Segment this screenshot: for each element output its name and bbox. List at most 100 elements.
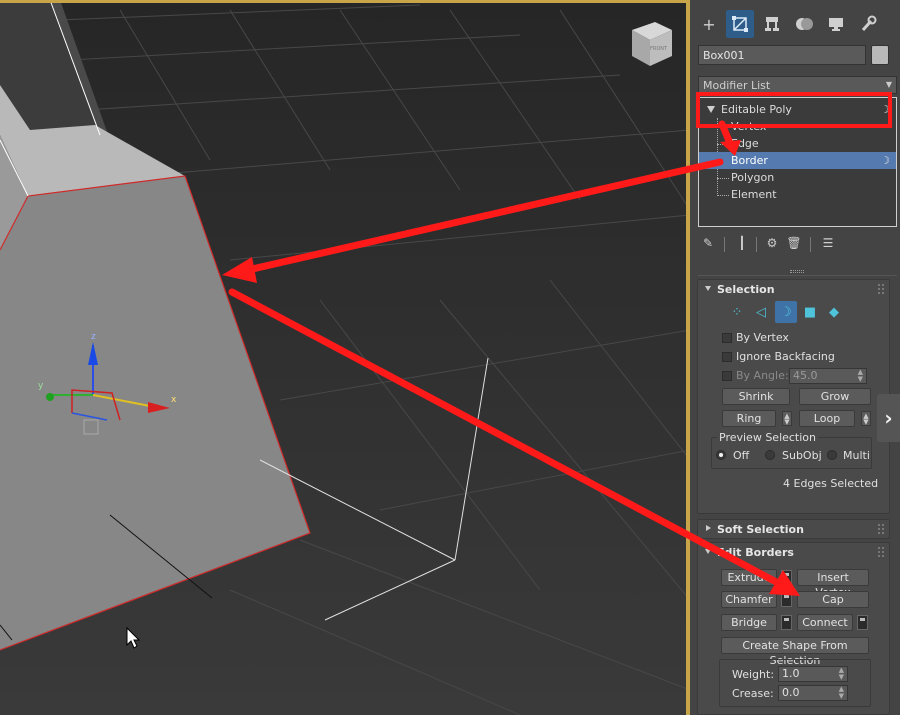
command-panel-tabs: + [690, 10, 900, 40]
preview-off-radio[interactable] [716, 450, 726, 460]
chamfer-button[interactable]: Chamfer [721, 591, 777, 608]
stack-item-polygon[interactable]: Polygon [699, 169, 896, 186]
collapse-triangle-icon [705, 549, 711, 554]
command-panel: + Box001 Modifier List ▼ Editable Poly ☽ [690, 0, 900, 715]
stack-toolbar: ✎ ┃ ⚙ 🗑 ☰ [700, 236, 896, 254]
stack-item-edge[interactable]: Edge [699, 135, 896, 152]
crease-label: Crease: [732, 687, 774, 700]
by-vertex-label: By Vertex [736, 331, 789, 344]
preview-off-label: Off [733, 449, 750, 462]
collapse-triangle-icon [705, 286, 711, 291]
edge-level-icon[interactable]: ◁ [750, 301, 772, 323]
utilities-tab-wrench-icon[interactable] [854, 10, 882, 38]
preview-multi-radio[interactable] [827, 450, 837, 460]
cap-button[interactable]: Cap [797, 591, 869, 608]
trash-icon[interactable]: 🗑 [786, 236, 802, 252]
gizmo-x-label: x [171, 395, 177, 405]
create-tab-plus-icon[interactable]: + [695, 10, 723, 38]
by-vertex-checkbox[interactable] [722, 333, 732, 343]
polygon-level-icon[interactable]: ■ [799, 301, 821, 323]
extrude-button[interactable]: Extrude [721, 569, 777, 586]
expand-triangle-icon [707, 106, 715, 113]
edit-borders-rollout: Edit Borders Extrude Insert Vertex Chamf… [697, 542, 890, 715]
bridge-settings-icon[interactable] [781, 615, 792, 630]
preview-subobj-radio[interactable] [765, 450, 775, 460]
panel-expand-chevron-right-icon[interactable]: › [877, 394, 900, 442]
extrude-settings-icon[interactable] [781, 570, 792, 585]
display-tab-display-icon[interactable] [822, 10, 850, 38]
weight-spinner[interactable]: 1.0 ▲ ▼ [778, 666, 848, 682]
weight-value: 1.0 [782, 667, 800, 680]
modifier-list-dropdown[interactable]: Modifier List ▼ [698, 76, 897, 94]
drag-handle-icon[interactable] [878, 284, 884, 294]
grow-button[interactable]: Grow [799, 388, 871, 405]
spinner-arrows-icon: ▲ ▼ [838, 666, 844, 681]
panel-resize-grip[interactable] [790, 270, 804, 273]
ignore-backfacing-label: Ignore Backfacing [736, 350, 835, 363]
selection-status-text: 4 Edges Selected [783, 477, 879, 490]
pin-stack-icon[interactable]: ✎ [700, 236, 716, 252]
viewcube-face-label: FRONT [650, 46, 668, 52]
soft-selection-rollout: Soft Selection [697, 519, 890, 539]
by-angle-checkbox[interactable] [722, 371, 732, 381]
ring-spinner-icon[interactable]: ▲ ▼ [782, 411, 792, 426]
edit-borders-rollout-title: Edit Borders [717, 546, 794, 559]
stack-item-border-label: Border [731, 154, 768, 167]
by-angle-value: 45.0 [793, 369, 818, 382]
lightbulb-icon[interactable]: ☽ [880, 101, 890, 118]
make-unique-icon[interactable]: ⚙ [764, 236, 780, 252]
drag-handle-icon[interactable] [878, 524, 884, 534]
configure-modifier-sets-icon[interactable]: ☰ [820, 236, 836, 252]
viewport-active-frame-top [0, 0, 690, 3]
loop-button[interactable]: Loop [799, 410, 855, 427]
chevron-down-icon: ▼ [885, 80, 892, 89]
lightbulb-icon[interactable]: ☽ [880, 152, 890, 169]
by-angle-spinner[interactable]: 45.0 ▲ ▼ [789, 368, 867, 384]
selection-rollout-header[interactable]: Selection [698, 280, 889, 299]
stack-item-editable-poly[interactable]: Editable Poly ☽ [699, 101, 896, 118]
motion-tab-motion-icon[interactable] [790, 10, 818, 38]
object-name-field[interactable]: Box001 [698, 45, 866, 65]
perspective-viewport[interactable]: z y x FRONT [0, 0, 690, 715]
bridge-button[interactable]: Bridge [721, 614, 777, 631]
object-color-swatch[interactable] [871, 45, 889, 65]
selection-rollout: Selection ⁘ ◁ ☽ ■ ◆ By Vertex Ignore Bac… [697, 279, 890, 514]
stack-item-vertex[interactable]: Vertex [699, 118, 896, 135]
hierarchy-tab-hierarchy-icon[interactable] [758, 10, 786, 38]
shrink-button[interactable]: Shrink [722, 388, 790, 405]
selection-rollout-title: Selection [717, 283, 775, 296]
weight-label: Weight: [732, 668, 775, 681]
connect-button[interactable]: Connect [797, 614, 853, 631]
ignore-backfacing-checkbox[interactable] [722, 352, 732, 362]
loop-spinner-icon[interactable]: ▲ ▼ [861, 411, 871, 426]
stack-item-border[interactable]: Border ☽ [699, 152, 896, 169]
preview-subobj-label: SubObj [782, 449, 822, 462]
ring-button[interactable]: Ring [722, 410, 776, 427]
soft-selection-rollout-title: Soft Selection [717, 523, 804, 536]
chamfer-settings-icon[interactable] [781, 592, 792, 607]
show-end-result-icon[interactable]: ┃ [734, 236, 750, 252]
soft-selection-rollout-header[interactable]: Soft Selection [698, 520, 889, 539]
modify-tab-modify-icon[interactable] [726, 10, 754, 38]
by-angle-label: By Angle: [736, 369, 789, 382]
drag-handle-icon[interactable] [878, 547, 884, 557]
crease-spinner[interactable]: 0.0 ▲ ▼ [778, 685, 848, 701]
spinner-arrows-icon: ▲ ▼ [838, 685, 844, 700]
spinner-arrows-icon: ▲ ▼ [857, 368, 863, 383]
subobject-level-buttons: ⁘ ◁ ☽ ■ ◆ [726, 301, 850, 323]
vertex-level-icon[interactable]: ⁘ [726, 301, 748, 323]
gizmo-y-label: y [38, 381, 44, 391]
border-level-icon[interactable]: ☽ [775, 301, 797, 323]
modifier-list-label: Modifier List [703, 79, 771, 92]
connect-settings-icon[interactable] [857, 615, 868, 630]
create-shape-from-selection-button[interactable]: Create Shape From Selection [721, 637, 869, 667]
preview-multi-label: Multi [843, 449, 870, 462]
gizmo-z-label: z [91, 332, 96, 342]
stack-item-element[interactable]: Element [699, 186, 896, 203]
crease-value: 0.0 [782, 686, 800, 699]
element-level-icon[interactable]: ◆ [823, 301, 845, 323]
stack-head-label: Editable Poly [721, 103, 792, 116]
insert-vertex-button[interactable]: Insert Vertex [797, 569, 869, 599]
preview-selection-label: Preview Selection [717, 431, 819, 444]
edit-borders-rollout-header[interactable]: Edit Borders [698, 543, 889, 562]
